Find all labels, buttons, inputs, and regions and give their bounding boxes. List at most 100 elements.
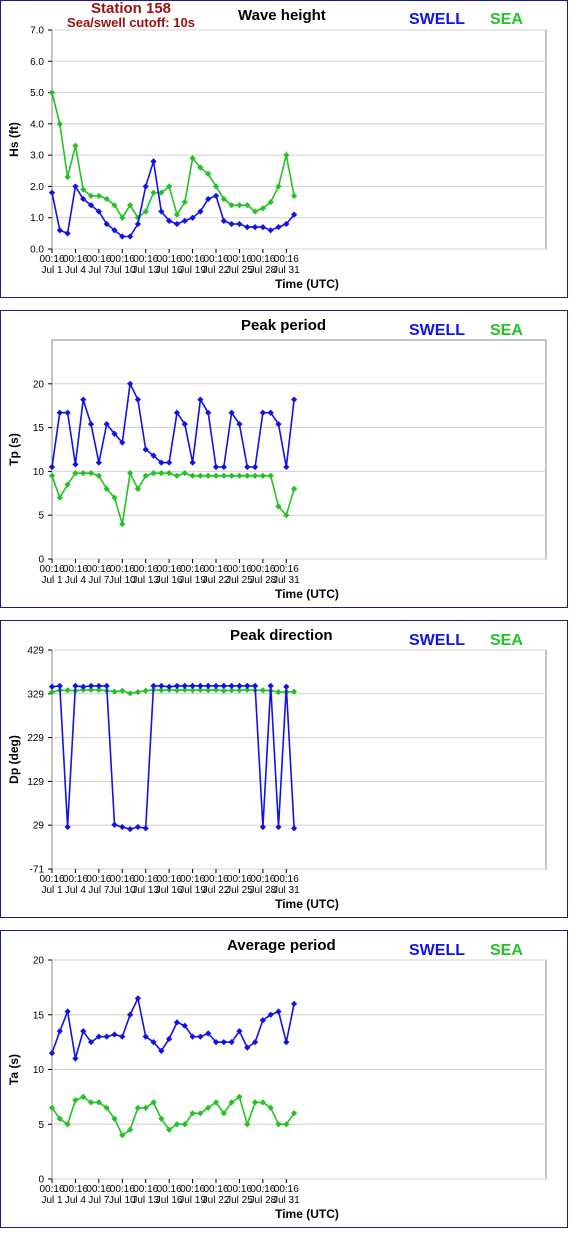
legend-swell: SWELL [409,632,465,649]
x-tick-time: 00:16 [250,254,275,265]
y-tick-label: 10 [33,467,45,478]
x-tick-date: Jul 31 [273,265,300,276]
x-tick-date: Jul 7 [88,265,110,276]
x-tick-time: 00:16 [86,254,111,265]
x-tick-time: 00:16 [157,564,182,575]
x-tick-time: 00:16 [39,254,64,265]
x-tick-time: 00:16 [133,874,158,885]
average-period-chart: 0510152000:16Jul 100:16Jul 400:16Jul 700… [7,956,547,1221]
x-tick-date: Jul 31 [273,575,300,586]
y-tick-label: 429 [27,646,44,657]
chart-title: Peak period [241,317,327,334]
x-tick-time: 00:16 [180,874,205,885]
x-tick-date: Jul 1 [41,265,63,276]
x-tick-time: 00:16 [203,874,228,885]
plot-area [51,29,547,250]
wave-height-panel: 0.0 1.0 2.0 3.0 4.0 5.0 6.0 7.0 00:16 Jul 1 00:16 J… [0,0,568,298]
x-tick-time: 00:16 [180,564,205,575]
x-tick-date: Jul 4 [65,575,87,586]
x-tick-date: Jul 7 [88,575,110,586]
y-tick-label: 3.0 [30,151,44,162]
peak-direction-panel: -71 29 129 229 329 429 00:16 Jul 1 00:16 Jul 4 00:… [0,620,568,918]
x-tick-time: 00:16 [133,1184,158,1195]
x-tick-time: 00:16 [227,874,252,885]
x-axis-label: Time (UTC) [275,1207,339,1221]
chart-title: Average period [227,937,336,954]
x-tick-time: 00:16 [157,254,182,265]
y-axis-label: Ta (s) [7,1054,21,1085]
x-tick-time: 00:16 [39,874,64,885]
y-tick-label: 129 [27,777,44,788]
x-tick-date: Jul 7 [88,1195,110,1206]
y-tick-label: 6.0 [30,57,44,68]
x-tick-time: 00:16 [250,874,275,885]
legend-swell: SWELL [409,322,465,339]
x-tick-date: Jul 1 [41,575,63,586]
x-tick-time: 00:16 [86,1184,111,1195]
x-tick-time: 00:16 [133,254,158,265]
x-tick-time: 00:16 [63,1184,88,1195]
y-tick-label: 329 [27,689,44,700]
x-tick-time: 00:16 [133,564,158,575]
y-tick-label: 5 [38,511,44,522]
x-tick-time: 00:16 [86,874,111,885]
x-tick-time: 00:16 [86,564,111,575]
legend-swell: SWELL [409,11,465,28]
x-tick-time: 00:16 [274,1184,299,1195]
x-tick-time: 00:16 [227,254,252,265]
x-tick-time: 00:16 [157,1184,182,1195]
x-tick-time: 00:16 [63,254,88,265]
peak-period-panel: 0 5 10 15 20 00:16 Jul 1 00:16 Jul 4 00:16 Jul 7 00… [0,310,568,608]
y-tick-label: 2.0 [30,182,44,193]
y-tick-label: 1.0 [30,213,44,224]
legend-sea: SEA [490,322,523,339]
x-tick-date: Jul 1 [41,885,63,896]
average-period-panel: 0 5 10 15 20 00:16 Jul 1 00:16 Jul 4 00:16 Jul 7 00… [0,930,568,1228]
x-tick-time: 00:16 [63,874,88,885]
plot-area [51,339,547,560]
y-tick-label: 229 [27,733,44,744]
x-axis-label: Time (UTC) [275,587,339,601]
x-tick-time: 00:16 [274,564,299,575]
y-tick-label: 5 [38,1120,44,1131]
x-axis-label: Time (UTC) [275,897,339,911]
x-tick-time: 00:16 [110,874,135,885]
y-axis-label: Hs (ft) [7,122,21,157]
legend-sea: SEA [490,942,523,959]
y-tick-label: 7.0 [30,26,44,37]
y-axis-label: Dp (deg) [7,735,21,784]
plot-area [51,649,547,870]
x-tick-time: 00:16 [180,1184,205,1195]
x-tick-time: 00:16 [39,564,64,575]
x-tick-time: 00:16 [203,564,228,575]
x-tick-time: 00:16 [110,564,135,575]
y-tick-label: 10 [33,1065,45,1076]
x-tick-date: Jul 4 [65,1195,87,1206]
x-tick-time: 00:16 [39,1184,64,1195]
x-tick-time: 00:16 [227,1184,252,1195]
legend-swell: SWELL [409,942,465,959]
x-tick-time: 00:16 [110,1184,135,1195]
legend-sea: SEA [490,11,523,28]
legend-sea: SEA [490,632,523,649]
x-tick-time: 00:16 [274,254,299,265]
x-tick-time: 00:16 [180,254,205,265]
x-tick-time: 00:16 [203,254,228,265]
wave-height-chart: 0.01.02.03.04.05.06.07.000:16Jul 100:16J… [7,26,547,291]
x-tick-time: 00:16 [227,564,252,575]
x-tick-time: 00:16 [157,874,182,885]
x-tick-time: 00:16 [250,564,275,575]
chart-title: Wave height [238,7,326,24]
y-axis-label: Tp (s) [7,433,21,466]
y-tick-label: 20 [33,956,45,967]
x-tick-date: Jul 4 [65,885,87,896]
cutoff-note: Sea/swell cutoff: 10s [67,15,195,30]
x-tick-date: Jul 31 [273,885,300,896]
x-tick-date: Jul 31 [273,1195,300,1206]
x-tick-date: Jul 1 [41,1195,63,1206]
x-tick-time: 00:16 [250,1184,275,1195]
y-tick-label: 15 [33,423,45,434]
peak-direction-chart: -712912922932942900:16Jul 100:16Jul 400:… [7,646,547,911]
y-tick-label: 29 [33,821,45,832]
y-tick-label: 5.0 [30,88,44,99]
